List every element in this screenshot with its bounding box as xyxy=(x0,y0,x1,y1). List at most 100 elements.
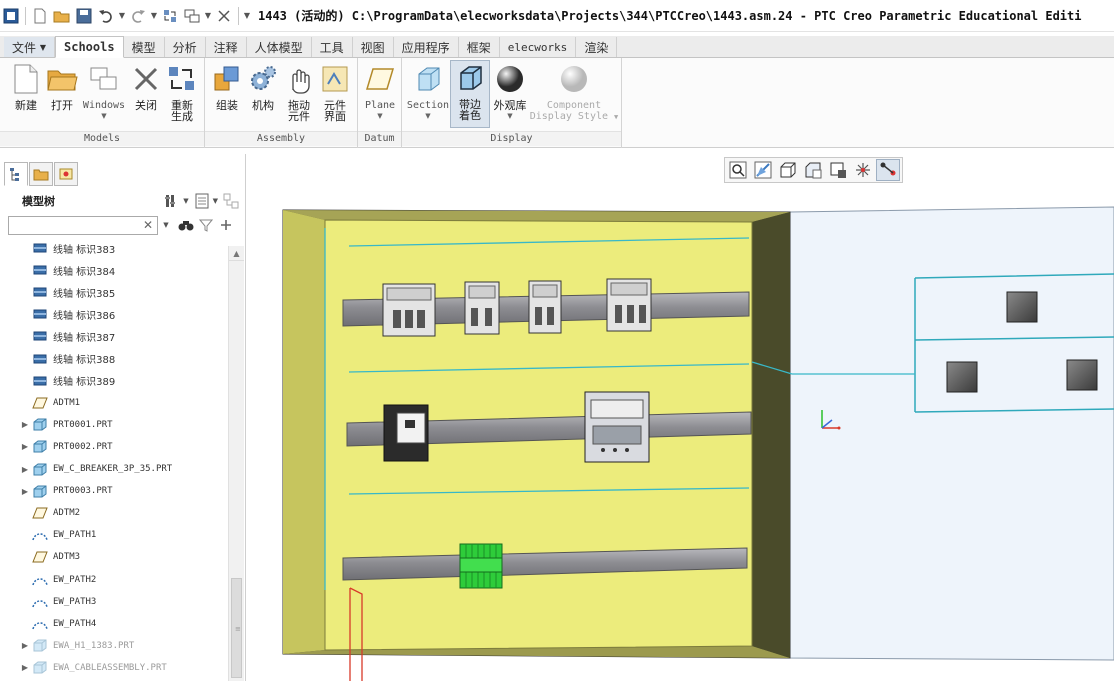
contactor[interactable] xyxy=(528,280,562,334)
customize-icon[interactable]: ▼ xyxy=(242,11,252,20)
windows-button[interactable]: Windows ▼ xyxy=(82,62,126,128)
expand-arrow-icon[interactable]: ▶ xyxy=(18,663,32,672)
tree-item[interactable]: ▶ PRT0003.PRT xyxy=(0,481,228,501)
save-icon[interactable] xyxy=(73,5,95,27)
tree-item[interactable]: ADTM2 xyxy=(0,503,228,523)
component-display-style-button[interactable]: Component Display Style ▼ xyxy=(530,62,618,128)
shading-with-edges-button[interactable]: 带边 着色 xyxy=(450,60,490,128)
tree-search-input[interactable] xyxy=(8,215,158,235)
contactor[interactable] xyxy=(606,278,652,332)
tree-columns-icon[interactable] xyxy=(222,192,240,210)
tab-applications[interactable]: 应用程序 xyxy=(394,37,459,57)
tab-manikin[interactable]: 人体模型 xyxy=(247,37,312,57)
clear-icon[interactable]: ✕ xyxy=(143,218,155,232)
expand-arrow-icon[interactable]: ▶ xyxy=(18,641,32,650)
close-button[interactable]: 关闭 xyxy=(126,62,166,128)
tree-settings-icon[interactable] xyxy=(163,192,181,210)
find-icon[interactable] xyxy=(176,216,196,234)
display-style-button[interactable] xyxy=(826,159,850,181)
tree-item[interactable]: ADTM1 xyxy=(0,393,228,413)
tree-item[interactable]: 线轴 标识389 xyxy=(0,371,228,391)
door-component[interactable] xyxy=(946,361,978,393)
tab-render[interactable]: 渲染 xyxy=(576,37,618,57)
tree-item[interactable]: EW_PATH3 xyxy=(0,592,228,612)
windows-dropdown-icon[interactable]: ▼ xyxy=(203,11,213,20)
appearance-gallery-button[interactable]: 外观库 ▼ xyxy=(488,62,532,128)
expand-arrow-icon[interactable]: ▶ xyxy=(18,465,32,474)
regenerate-icon[interactable] xyxy=(159,5,181,27)
scroll-up-icon[interactable]: ▲ xyxy=(229,246,244,261)
tab-tools[interactable]: 工具 xyxy=(312,37,353,57)
expand-arrow-icon[interactable]: ▶ xyxy=(18,487,32,496)
terminal-block[interactable] xyxy=(459,543,503,589)
refit-button[interactable] xyxy=(726,159,750,181)
expand-arrow-icon[interactable]: ▶ xyxy=(18,420,32,429)
tab-model[interactable]: 模型 xyxy=(124,37,165,57)
new-button[interactable]: 新建 xyxy=(6,62,46,128)
datum-display-button[interactable] xyxy=(851,159,875,181)
tab-view[interactable]: 视图 xyxy=(353,37,394,57)
tree-item[interactable]: ▶ PRT0002.PRT xyxy=(0,437,228,457)
close-window-icon[interactable] xyxy=(213,5,235,27)
scrollbar-thumb[interactable]: ≡ xyxy=(231,578,242,678)
tree-item[interactable]: ▶ EWA_CABLEASSEMBLY.PRT xyxy=(0,658,228,678)
tree-item[interactable]: 线轴 标识386 xyxy=(0,304,228,324)
tree-item[interactable]: EW_PATH2 xyxy=(0,570,228,590)
mechanism-button[interactable]: 机构 xyxy=(243,62,283,128)
contactor[interactable] xyxy=(382,283,436,337)
chevron-down-icon[interactable]: ▼ xyxy=(213,197,218,205)
saved-views-button[interactable] xyxy=(801,159,825,181)
zoom-in-button[interactable] xyxy=(751,159,775,181)
tree-item[interactable]: ▶ PRT0001.PRT xyxy=(0,415,228,435)
plane-button[interactable]: Plane ▼ xyxy=(360,62,400,128)
graphics-window[interactable] xyxy=(247,150,1114,681)
tree-filters-icon[interactable] xyxy=(193,192,211,210)
expand-arrow-icon[interactable]: ▶ xyxy=(18,442,32,451)
section-button[interactable]: Section ▼ xyxy=(406,62,450,128)
tree-item[interactable]: ▶ EW_C_BREAKER_3P_35.PRT xyxy=(0,459,228,479)
chevron-down-icon[interactable]: ▼ xyxy=(156,216,176,234)
tree-item[interactable]: 线轴 标识385 xyxy=(0,282,228,302)
tree-item[interactable]: 线轴 标识384 xyxy=(0,260,228,280)
spin-center-button[interactable] xyxy=(876,159,900,181)
open-button[interactable]: 打开 xyxy=(42,62,82,128)
tree-scrollbar[interactable]: ▲ ≡ xyxy=(228,246,244,681)
tree-item[interactable]: EW_PATH1 xyxy=(0,525,228,545)
open-icon[interactable] xyxy=(51,5,73,27)
drag-components-button[interactable]: 拖动 元件 xyxy=(279,62,319,128)
filter-icon[interactable] xyxy=(196,216,216,234)
windows-icon[interactable] xyxy=(181,5,203,27)
tab-file[interactable]: 文件 ▼ xyxy=(4,37,55,57)
tree-item[interactable]: 线轴 标识388 xyxy=(0,349,228,369)
tab-annotate[interactable]: 注释 xyxy=(206,37,247,57)
tree-item[interactable]: ADTM3 xyxy=(0,547,228,567)
model-tree-tab[interactable] xyxy=(4,162,28,186)
new-icon[interactable] xyxy=(29,5,51,27)
undo-dropdown-icon[interactable]: ▼ xyxy=(117,11,127,20)
component-interface-button[interactable]: 元件 界面 xyxy=(315,62,355,128)
tree-item[interactable]: 线轴 标识387 xyxy=(0,326,228,346)
contactor[interactable] xyxy=(464,281,500,335)
door-component[interactable] xyxy=(1066,359,1098,391)
redo-icon[interactable] xyxy=(127,5,149,27)
tree-item[interactable]: EW_PATH4 xyxy=(0,614,228,634)
tab-analysis[interactable]: 分析 xyxy=(165,37,206,57)
regenerate-button[interactable]: 重新 生成 xyxy=(162,62,202,128)
door-component[interactable] xyxy=(1006,291,1038,323)
assemble-button[interactable]: 组装 xyxy=(207,62,247,128)
favorites-tab[interactable] xyxy=(54,162,78,186)
tab-schools[interactable]: Schools xyxy=(55,36,124,58)
app-icon[interactable] xyxy=(0,5,22,27)
tree-item[interactable]: 线轴 标识383 xyxy=(0,240,228,258)
redo-dropdown-icon[interactable]: ▼ xyxy=(149,11,159,20)
tab-elecworks[interactable]: elecworks xyxy=(500,37,577,57)
chevron-down-icon[interactable]: ▼ xyxy=(183,197,188,205)
tab-framework[interactable]: 框架 xyxy=(459,37,500,57)
undo-icon[interactable] xyxy=(95,5,117,27)
tree-item[interactable]: ▶ EWA_H1_1383.PRT xyxy=(0,636,228,656)
folder-browser-tab[interactable] xyxy=(29,162,53,186)
motor-starter[interactable] xyxy=(584,391,650,463)
view-orient-button[interactable] xyxy=(776,159,800,181)
add-icon[interactable] xyxy=(216,216,236,234)
circuit-breaker[interactable] xyxy=(383,404,429,462)
